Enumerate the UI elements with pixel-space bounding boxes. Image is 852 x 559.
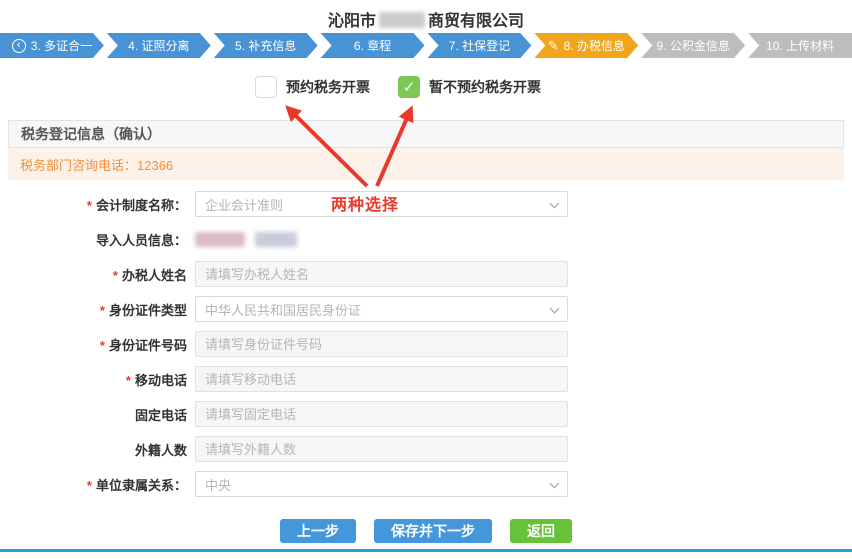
tax-registration-section: 税务登记信息（确认） 税务部门咨询电话：12366 会计制度名称： 企业会计准则… <box>8 120 844 497</box>
id-type-select[interactable]: 中华人民共和国居民身份证 <box>195 296 568 322</box>
pencil-icon: ✎ <box>548 38 559 54</box>
imported-personnel-value <box>195 226 297 252</box>
form-row-affiliation: 单位隶属关系： 中央 <box>8 471 844 497</box>
accounting-system-select[interactable]: 企业会计准则 <box>195 191 568 217</box>
form-row-mobile-phone: 移动电话 <box>8 366 844 392</box>
invoicing-options-row: 预约税务开票 ✓ 暂不预约税务开票 <box>255 75 852 98</box>
chevron-down-icon <box>550 304 560 314</box>
tax-agent-name-input[interactable] <box>195 261 568 287</box>
step-tab-8-tax-info-current[interactable]: ✎ 8. 办税信息 <box>534 33 638 58</box>
step-tab-9-housing-fund[interactable]: 9. 公积金信息 <box>641 33 745 58</box>
prev-step-button[interactable]: 上一步 <box>280 519 356 543</box>
form-row-accounting-system: 会计制度名称： 企业会计准则 <box>8 191 844 217</box>
field-label: 导入人员信息： <box>8 230 195 249</box>
form-row-foreign-count: 外籍人数 <box>8 436 844 462</box>
form-row-imported-personnel: 导入人员信息： <box>8 226 844 252</box>
page-header: 沁阳市 商贸有限公司 <box>0 0 852 30</box>
form-row-id-type: 身份证件类型 中华人民共和国居民身份证 <box>8 296 844 322</box>
selected-value: 中华人民共和国居民身份证 <box>205 300 361 319</box>
step-label: 4. 证照分离 <box>128 37 189 54</box>
step-tab-6-charter[interactable]: 6. 章程 <box>321 33 425 58</box>
step-tab-7-social-security[interactable]: 7. 社保登记 <box>428 33 532 58</box>
field-label: 外籍人数 <box>8 440 195 459</box>
tax-hotline-notice: 税务部门咨询电话：12366 <box>8 148 844 180</box>
field-label: 办税人姓名 <box>8 265 195 284</box>
affiliation-select[interactable]: 中央 <box>195 471 568 497</box>
tax-hotline-text: 税务部门咨询电话：12366 <box>20 155 173 174</box>
page-title: 沁阳市 商贸有限公司 <box>328 13 524 30</box>
step-label: 3. 多证合一 <box>31 37 92 54</box>
field-label: 会计制度名称： <box>8 195 195 214</box>
save-next-button[interactable]: 保存并下一步 <box>374 519 492 543</box>
form-row-landline: 固定电话 <box>8 401 844 427</box>
field-label: 身份证件类型 <box>8 300 195 319</box>
selected-value: 中央 <box>205 475 231 494</box>
landline-input[interactable] <box>195 401 568 427</box>
form-row-id-number: 身份证件号码 <box>8 331 844 357</box>
no-reserve-invoicing-label: 暂不预约税务开票 <box>429 77 541 97</box>
field-label: 身份证件号码 <box>8 335 195 354</box>
form-row-tax-agent-name: 办税人姓名 <box>8 261 844 287</box>
mobile-phone-input[interactable] <box>195 366 568 392</box>
step-tab-5-supplement-info[interactable]: 5. 补充信息 <box>214 33 318 58</box>
foreign-count-input[interactable] <box>195 436 568 462</box>
tax-info-form: 会计制度名称： 企业会计准则 导入人员信息： 办税人姓名 身份证件类型 <box>8 180 844 497</box>
reserve-invoicing-option[interactable]: 预约税务开票 <box>255 76 370 98</box>
checkbox-checked-icon[interactable]: ✓ <box>398 76 420 98</box>
section-header: 税务登记信息（确认） <box>8 120 844 148</box>
return-button[interactable]: 返回 <box>510 519 572 543</box>
step-label: 9. 公积金信息 <box>657 37 730 54</box>
redacted-person-id <box>255 232 297 247</box>
step-wizard-nav: ‹ 3. 多证合一 4. 证照分离 5. 补充信息 6. 章程 7. 社保登记 … <box>0 33 852 58</box>
company-name-suffix: 商贸有限公司 <box>428 13 524 30</box>
step-tab-10-upload-materials[interactable]: 10. 上传材料 <box>748 33 852 58</box>
step-label: 8. 办税信息 <box>564 37 625 54</box>
step-tab-4-license-separation[interactable]: 4. 证照分离 <box>107 33 211 58</box>
checkbox-unchecked-icon[interactable] <box>255 76 277 98</box>
chevron-left-circle-icon[interactable]: ‹ <box>12 39 26 53</box>
field-label: 单位隶属关系： <box>8 475 195 494</box>
step-label: 6. 章程 <box>354 37 391 54</box>
action-button-row: 上一步 保存并下一步 返回 <box>0 519 852 543</box>
section-title: 税务登记信息（确认） <box>21 124 161 144</box>
chevron-down-icon <box>550 479 560 489</box>
step-label: 5. 补充信息 <box>235 37 296 54</box>
selected-value: 企业会计准则 <box>205 195 283 214</box>
chevron-down-icon <box>550 199 560 209</box>
redacted-company-name <box>379 12 425 28</box>
step-label: 10. 上传材料 <box>766 37 834 54</box>
step-label: 7. 社保登记 <box>449 37 510 54</box>
field-label: 移动电话 <box>8 370 195 389</box>
field-label: 固定电话 <box>8 405 195 424</box>
reserve-invoicing-label: 预约税务开票 <box>286 77 370 97</box>
redacted-person-name <box>195 232 245 247</box>
step-tab-3-multi-cert[interactable]: ‹ 3. 多证合一 <box>0 33 104 58</box>
no-reserve-invoicing-option[interactable]: ✓ 暂不预约税务开票 <box>398 76 541 98</box>
id-number-input[interactable] <box>195 331 568 357</box>
company-name-prefix: 沁阳市 <box>328 13 376 30</box>
footer-divider <box>0 549 852 552</box>
